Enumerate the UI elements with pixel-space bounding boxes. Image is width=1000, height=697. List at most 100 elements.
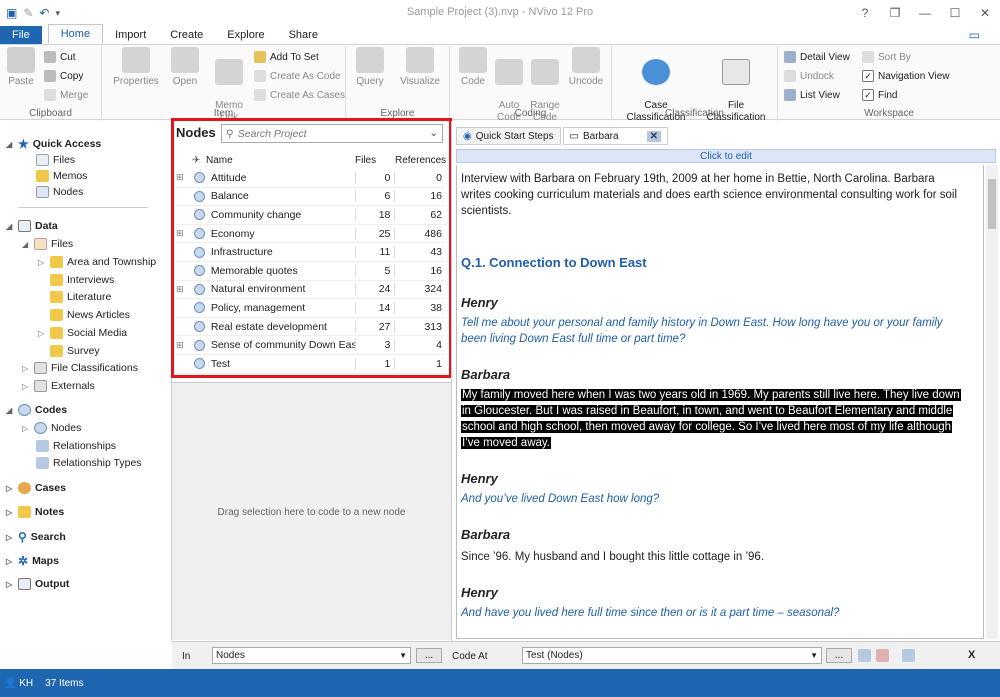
column-references[interactable]: References [391,155,446,166]
code-at-browse-button[interactable]: ... [826,648,852,663]
ribbon-tabs: File Home Import Create Explore Share ▭ [0,24,1000,44]
quick-start-icon: ◉ [463,130,472,142]
create-as-cases-button[interactable]: Create As Cases [254,89,345,101]
nav-nodes[interactable]: ▷ Nodes [22,422,81,434]
nav-data[interactable]: ◢ Data [6,220,58,232]
merge-button[interactable]: Merge [44,89,88,101]
nav-folder-area[interactable]: ▷ Area and Township [38,256,156,268]
nav-notes[interactable]: ▷ Notes [6,506,64,518]
paste-button[interactable]: Paste [6,47,36,88]
comment-icon[interactable]: ▭ [969,28,980,42]
uncode-button[interactable]: Uncode [566,47,606,88]
find-checkbox[interactable]: ✓ Find [862,89,897,101]
column-files[interactable]: Files [351,155,391,166]
nav-relationship-types[interactable]: Relationship Types [36,457,142,469]
expand-icon: ▷ [22,363,29,373]
table-row[interactable]: ⊞ Attitude 0 0 [176,169,446,188]
query-button[interactable]: Query [352,47,388,88]
tab-barbara[interactable]: ▭ Barbara ✕ [562,127,668,145]
navigation-view-checkbox[interactable]: ✓ Navigation View [862,70,950,82]
node-icon [193,209,205,221]
expand-icon[interactable]: ⊞ [176,172,190,183]
sort-by-button[interactable]: Sort By [862,51,911,63]
nav-file-classifications[interactable]: ▷ File Classifications [22,362,138,374]
drop-zone[interactable]: Drag selection here to code to a new nod… [172,382,451,640]
close-coding-bar-button[interactable]: X [968,649,975,661]
column-name[interactable]: Name [206,155,351,166]
code-button[interactable]: Code [458,47,488,88]
maximize-button[interactable]: ☐ [940,0,970,26]
nodes-title: Nodes [176,125,216,140]
user-icon: 👤 [4,677,17,689]
tab-explore[interactable]: Explore [215,26,276,44]
scroll-thumb[interactable] [988,179,996,229]
document-content[interactable]: Interview with Barbara on February 19th,… [456,165,984,639]
in-browse-button[interactable]: ... [416,648,442,663]
nav-cases[interactable]: ▷ Cases [6,482,66,494]
nav-folder-news[interactable]: News Articles [50,309,130,321]
close-tab-icon[interactable]: ✕ [646,130,661,142]
click-to-edit-bar[interactable]: Click to edit [456,149,996,163]
help-button[interactable]: ? [850,0,880,26]
nav-quick-access[interactable]: ◢ ★ Quick Access [6,137,101,151]
table-row[interactable]: Policy, management 14 38 [176,299,446,318]
nav-codes[interactable]: ◢ Codes [6,404,67,416]
uncode-selection-icon[interactable] [876,649,889,662]
expand-icon[interactable]: ⊞ [176,340,190,351]
table-row[interactable]: Community change 18 62 [176,206,446,225]
open-button[interactable]: Open [168,47,202,88]
nav-relationships[interactable]: Relationships [36,440,116,452]
nav-externals[interactable]: ▷ Externals [22,380,95,392]
code-in-vivo-icon[interactable] [902,649,915,662]
properties-button[interactable]: Properties [112,47,160,88]
tab-import[interactable]: Import [103,26,158,44]
list-view-button[interactable]: List View [784,89,840,101]
close-button[interactable]: ✕ [970,0,1000,26]
minimize-button[interactable]: — [910,0,940,26]
node-files: 6 [354,190,395,203]
code-selection-icon[interactable] [858,649,871,662]
table-row[interactable]: ⊞ Economy 25 486 [176,225,446,244]
visualize-button[interactable]: Visualize [396,47,444,88]
user-indicator[interactable]: 👤 KH [4,678,33,689]
pin-icon[interactable]: ✈ [176,155,206,166]
nav-folder-literature[interactable]: Literature [50,291,111,303]
nav-folder-interviews[interactable]: Interviews [50,274,114,286]
expand-icon[interactable]: ⊞ [176,228,190,239]
cut-button[interactable]: Cut [44,51,76,63]
vertical-scrollbar[interactable] [986,165,998,639]
chevron-down-icon[interactable]: ⌄ [429,127,438,139]
table-row[interactable]: Memorable quotes 5 16 [176,262,446,281]
create-as-code-button[interactable]: Create As Code [254,70,341,82]
nav-folder-survey[interactable]: Survey [50,345,100,357]
add-to-set-button[interactable]: Add To Set [254,51,319,63]
nav-maps[interactable]: ▷ ✲ Maps [6,554,59,568]
nav-qa-memos[interactable]: Memos [36,170,87,182]
nav-search[interactable]: ▷ ⚲ Search [6,530,66,544]
nav-folder-social[interactable]: ▷ Social Media [38,327,127,339]
table-row[interactable]: Test 1 1 [176,355,446,374]
table-row[interactable]: ⊞ Sense of community Down East 3 4 [176,336,446,355]
tab-share[interactable]: Share [277,26,330,44]
ribbon: Paste Cut Copy Merge Clipboard Propertie… [0,44,1000,123]
table-row[interactable]: Real estate development 27 313 [176,318,446,337]
code-at-select[interactable]: Test (Nodes) ▼ [522,647,822,664]
tab-file[interactable]: File [0,26,42,44]
tab-home[interactable]: Home [47,24,104,44]
nav-output[interactable]: ▷ Output [6,578,69,590]
table-row[interactable]: Infrastructure 11 43 [176,243,446,262]
tab-create[interactable]: Create [158,26,215,44]
table-row[interactable]: ⊞ Natural environment 24 324 [176,281,446,300]
nav-qa-files[interactable]: Files [36,154,75,166]
nav-files[interactable]: ◢ Files [22,238,73,250]
expand-icon[interactable]: ⊞ [176,284,190,295]
tab-quick-start[interactable]: ◉ Quick Start Steps [456,127,561,145]
restore-ribbon-button[interactable]: ❐ [880,0,910,26]
nav-qa-nodes[interactable]: Nodes [36,186,83,198]
undock-button[interactable]: Undock [784,70,834,82]
copy-button[interactable]: Copy [44,70,83,82]
in-select[interactable]: Nodes ▼ [212,647,411,664]
table-row[interactable]: Balance 6 16 [176,188,446,207]
detail-view-button[interactable]: Detail View [784,51,850,63]
search-input[interactable]: ⚲ Search Project ⌄ [221,124,443,143]
